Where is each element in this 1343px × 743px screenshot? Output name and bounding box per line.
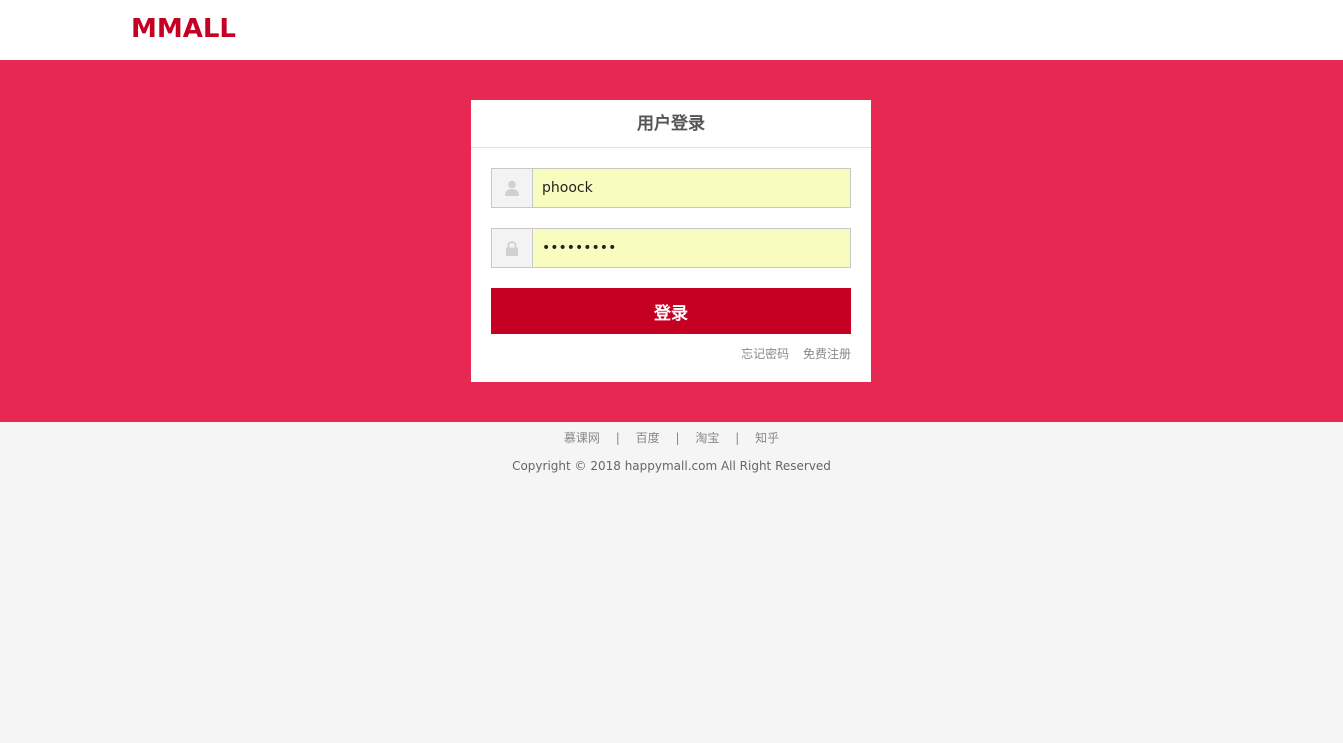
panel-title: 用户登录 bbox=[471, 100, 871, 148]
footer-link-imooc[interactable]: 慕课网 bbox=[564, 431, 600, 445]
auth-links: 忘记密码 免费注册 bbox=[731, 345, 851, 362]
username-input[interactable] bbox=[533, 169, 850, 207]
user-icon bbox=[492, 169, 533, 207]
lock-icon bbox=[492, 229, 533, 267]
header: MMALL bbox=[0, 0, 1343, 60]
footer-link-zhihu[interactable]: 知乎 bbox=[755, 431, 779, 445]
footer-link-taobao[interactable]: 淘宝 bbox=[695, 431, 719, 445]
register-link[interactable]: 免费注册 bbox=[803, 347, 851, 361]
footer-separator: | bbox=[735, 431, 740, 445]
username-field bbox=[491, 168, 851, 208]
copyright: Copyright © 2018 happymall.com All Right… bbox=[512, 459, 831, 473]
footer-link-baidu[interactable]: 百度 bbox=[636, 431, 660, 445]
login-button[interactable]: 登录 bbox=[491, 288, 851, 334]
logo[interactable]: MMALL bbox=[131, 14, 236, 44]
forgot-password-link[interactable]: 忘记密码 bbox=[741, 347, 789, 361]
password-input[interactable] bbox=[533, 229, 850, 267]
login-panel: 用户登录 登录 忘记密码 免费注册 bbox=[471, 100, 871, 382]
footer-separator: | bbox=[615, 431, 620, 445]
password-field bbox=[491, 228, 851, 268]
footer-separator: | bbox=[675, 431, 680, 445]
footer-links: 慕课网 | 百度 | 淘宝 | 知乎 bbox=[0, 429, 1343, 446]
